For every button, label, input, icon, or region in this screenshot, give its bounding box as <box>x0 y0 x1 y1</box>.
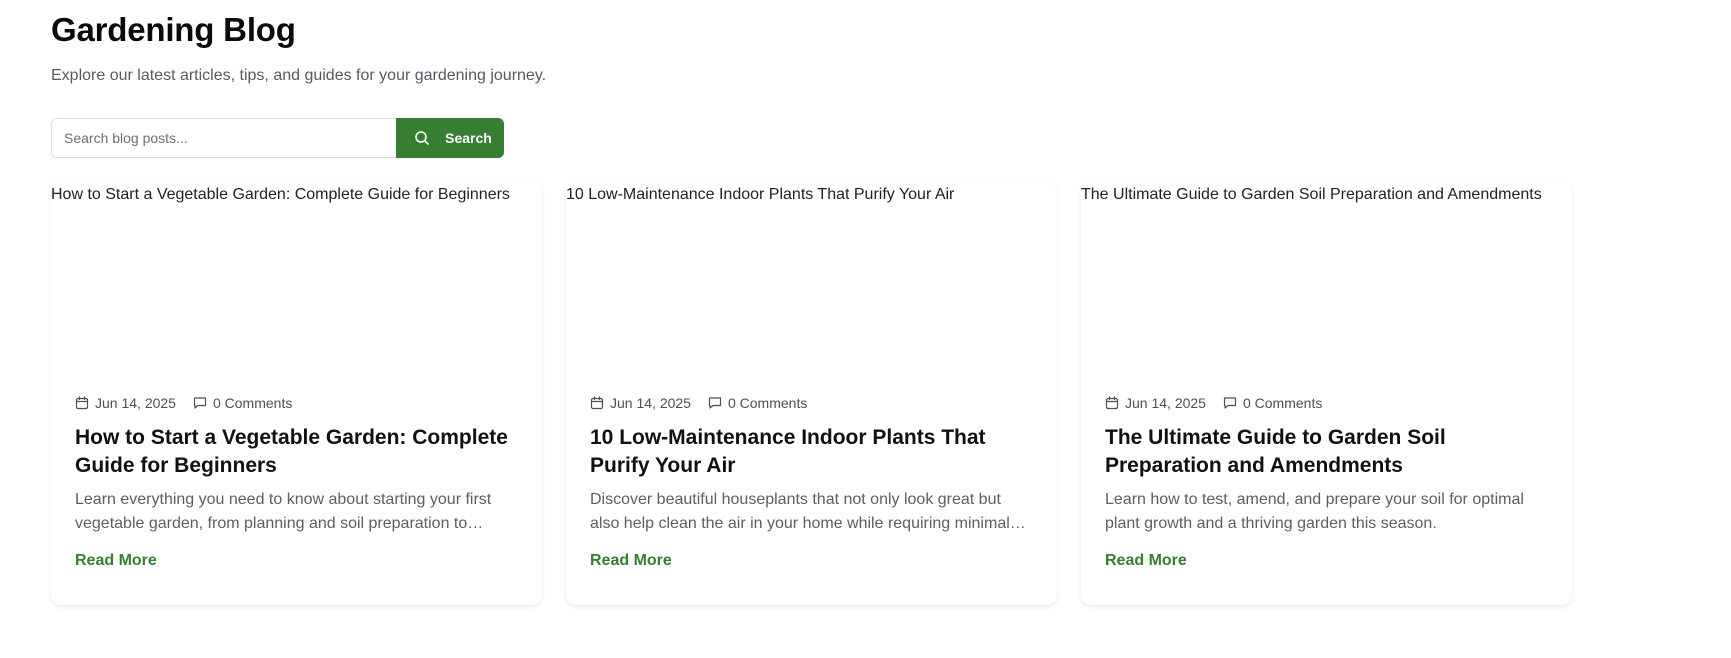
post-date-text: Jun 14, 2025 <box>1125 395 1206 411</box>
post-date-text: Jun 14, 2025 <box>95 395 176 411</box>
post-date: Jun 14, 2025 <box>590 395 691 411</box>
search-input[interactable] <box>51 118 396 158</box>
post-image-alt-text: The Ultimate Guide to Garden Soil Prepar… <box>1081 186 1542 203</box>
calendar-icon <box>1105 396 1119 410</box>
blog-post-card: 10 Low-Maintenance Indoor Plants That Pu… <box>566 182 1057 605</box>
calendar-icon <box>590 396 604 410</box>
calendar-icon <box>75 396 89 410</box>
post-date-text: Jun 14, 2025 <box>610 395 691 411</box>
read-more-link[interactable]: Read More <box>75 552 157 570</box>
search-button[interactable]: Search <box>396 118 504 158</box>
read-more-link[interactable]: Read More <box>1105 552 1187 570</box>
post-image: How to Start a Vegetable Garden: Complet… <box>51 182 542 374</box>
blog-page: Gardening Blog Explore our latest articl… <box>0 0 1731 658</box>
post-image-alt-text: 10 Low-Maintenance Indoor Plants That Pu… <box>566 186 955 203</box>
post-excerpt: Learn how to test, amend, and prepare yo… <box>1105 491 1524 532</box>
post-comments: 0 Comments <box>193 395 292 411</box>
search-icon <box>414 130 430 146</box>
blog-post-list: How to Start a Vegetable Garden: Complet… <box>51 182 1731 605</box>
post-date: Jun 14, 2025 <box>1105 395 1206 411</box>
post-comments: 0 Comments <box>1223 395 1322 411</box>
post-title: The Ultimate Guide to Garden Soil Prepar… <box>1105 426 1446 477</box>
read-more-link[interactable]: Read More <box>590 552 672 570</box>
blog-post-card: How to Start a Vegetable Garden: Complet… <box>51 182 542 605</box>
post-body: Jun 14, 2025 0 Comments How to Start a V… <box>75 394 518 570</box>
post-meta: Jun 14, 2025 0 Comments <box>1105 394 1548 412</box>
post-image-alt-text: How to Start a Vegetable Garden: Complet… <box>51 186 510 203</box>
search-button-label: Search <box>445 130 492 146</box>
blog-post-card: The Ultimate Guide to Garden Soil Prepar… <box>1081 182 1572 605</box>
page-subtitle: Explore our latest articles, tips, and g… <box>51 67 547 84</box>
post-comments-text: 0 Comments <box>727 395 808 411</box>
page-title: Gardening Blog <box>51 11 296 48</box>
post-meta: Jun 14, 2025 0 Comments <box>75 394 518 412</box>
post-excerpt: Discover beautiful houseplants that not … <box>590 491 1010 532</box>
post-body: Jun 14, 2025 0 Comments The Ultimate Gui… <box>1105 394 1548 570</box>
post-body: Jun 14, 2025 0 Comments 10 Low-Maintenan… <box>590 394 1033 570</box>
post-comments-text: 0 Comments <box>1242 395 1323 411</box>
post-comments: 0 Comments <box>708 395 807 411</box>
post-comments-text: 0 Comments <box>212 395 293 411</box>
post-date: Jun 14, 2025 <box>75 395 176 411</box>
comment-icon <box>1223 396 1237 410</box>
post-excerpt: Learn everything you need to know about … <box>75 491 492 532</box>
comment-icon <box>708 396 722 410</box>
post-title: 10 Low-Maintenance Indoor Plants That Pu… <box>590 426 986 477</box>
post-title: How to Start a Vegetable Garden: Complet… <box>75 426 508 477</box>
post-image: The Ultimate Guide to Garden Soil Prepar… <box>1081 182 1572 374</box>
post-image: 10 Low-Maintenance Indoor Plants That Pu… <box>566 182 1057 374</box>
search-bar: Search <box>51 118 1731 158</box>
comment-icon <box>193 396 207 410</box>
post-meta: Jun 14, 2025 0 Comments <box>590 394 1033 412</box>
